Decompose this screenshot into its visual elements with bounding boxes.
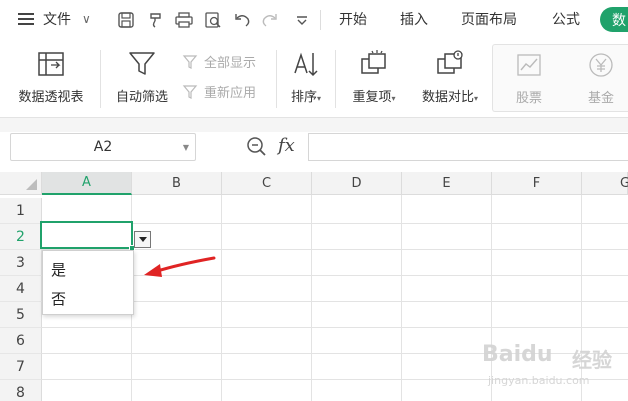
formula-input[interactable] — [308, 133, 628, 161]
yen-icon — [583, 49, 619, 81]
column-header-d[interactable]: D — [312, 172, 402, 195]
gridline — [401, 195, 402, 401]
finance-gallery: 股票 基金 — [492, 44, 628, 112]
gridline — [311, 195, 312, 401]
data-compare-label: 数据对比▾ — [421, 90, 479, 105]
pivot-table-button[interactable]: 数据透视表 — [12, 48, 90, 105]
gridline — [221, 195, 222, 401]
validation-dropdown-list: 是 否 — [42, 250, 134, 315]
hamburger-icon[interactable] — [18, 0, 36, 38]
print-preview-icon[interactable] — [203, 10, 223, 30]
dropdown-option-yes[interactable]: 是 — [51, 257, 66, 281]
stocks-label: 股票 — [515, 91, 542, 106]
pivot-table-label: 数据透视表 — [18, 90, 84, 105]
cell-dropdown-button[interactable] — [134, 231, 151, 248]
red-arrow-annotation — [144, 256, 216, 277]
zoom-icon[interactable] — [246, 136, 268, 158]
data-compare-icon — [432, 48, 468, 80]
row-header-5[interactable]: 5 — [0, 302, 42, 328]
duplicates-label: 重复项▾ — [352, 90, 396, 105]
tab-data[interactable]: 数 — [600, 7, 628, 32]
file-menu-label[interactable]: 文件 — [43, 0, 71, 38]
more-icon[interactable] — [292, 10, 312, 30]
chevron-down-icon[interactable]: ∨ — [82, 0, 91, 38]
autofilter-label: 自动筛选 — [115, 90, 168, 105]
column-header-b[interactable]: B — [132, 172, 222, 195]
row-header-1[interactable]: 1 — [0, 198, 42, 224]
chevron-down-icon[interactable]: ▼ — [183, 143, 189, 152]
column-header-f[interactable]: F — [492, 172, 582, 195]
reapply-button[interactable]: 重新应用 — [182, 82, 256, 101]
duplicates-button[interactable]: 重复项▾ — [345, 48, 403, 105]
duplicates-icon — [356, 48, 392, 80]
reapply-icon — [182, 84, 198, 99]
watermark-url: jingyan.baidu.com — [488, 374, 590, 387]
toolbar-gap — [0, 118, 628, 132]
watermark-brand: Baidu — [482, 342, 553, 367]
row-header-7[interactable]: 7 — [0, 354, 42, 380]
show-all-button[interactable]: 全部显示 — [182, 52, 256, 71]
select-all-corner[interactable] — [0, 172, 42, 195]
dropdown-option-no[interactable]: 否 — [51, 286, 66, 310]
row-header-2[interactable]: 2 — [0, 224, 42, 250]
fx-icon[interactable]: fx — [278, 135, 295, 156]
ribbon: 数据透视表 自动筛选 全部显示 重新应用 排序▾ 重复项▾ 数据对比▾ 股票 基… — [0, 38, 628, 118]
tab-home[interactable]: 开始 — [339, 0, 367, 38]
formula-bar: A2 ▼ fx — [0, 132, 628, 168]
ribbon-divider — [276, 50, 277, 108]
chevron-down-icon — [138, 237, 147, 242]
menu-bar: 文件 ∨ 开始 插入 页面布局 公式 数 — [0, 0, 628, 38]
save-icon[interactable] — [116, 10, 136, 30]
sort-label: 排序▾ — [290, 90, 322, 105]
undo-icon[interactable] — [232, 10, 252, 30]
column-header-e[interactable]: E — [402, 172, 492, 195]
sort-button[interactable]: 排序▾ — [284, 48, 328, 105]
stocks-button[interactable]: 股票 — [501, 49, 557, 106]
autofilter-button[interactable]: 自动筛选 — [110, 48, 174, 105]
funds-button[interactable]: 基金 — [573, 49, 628, 106]
active-cell-a2[interactable] — [40, 221, 135, 251]
format-painter-icon[interactable] — [146, 10, 166, 30]
baidu-watermark: Baidu 经验 jingyan.baidu.com — [478, 338, 628, 393]
row-header-6[interactable]: 6 — [0, 328, 42, 354]
ribbon-divider — [100, 50, 101, 108]
stocks-icon — [511, 49, 547, 81]
tab-formulas[interactable]: 公式 — [552, 0, 580, 38]
tab-page-layout[interactable]: 页面布局 — [461, 0, 517, 38]
pivot-table-icon — [33, 48, 69, 80]
sort-icon — [288, 48, 324, 80]
show-all-icon — [182, 54, 198, 69]
name-box-value: A2 — [93, 139, 113, 155]
data-compare-button[interactable]: 数据对比▾ — [414, 48, 486, 105]
name-box[interactable]: A2 ▼ — [10, 133, 196, 161]
row-header-4[interactable]: 4 — [0, 276, 42, 302]
ribbon-divider — [335, 50, 336, 108]
filter-icon — [124, 48, 160, 80]
row-header-8[interactable]: 8 — [0, 380, 42, 401]
show-all-label: 全部显示 — [204, 56, 257, 71]
column-header-g[interactable]: G — [582, 172, 628, 195]
menu-divider — [320, 10, 321, 30]
reapply-label: 重新应用 — [204, 86, 257, 101]
gridline — [42, 327, 628, 328]
tab-insert[interactable]: 插入 — [400, 0, 428, 38]
funds-label: 基金 — [587, 91, 614, 106]
column-header-a[interactable]: A — [42, 172, 132, 195]
column-header-c[interactable]: C — [222, 172, 312, 195]
row-header-3[interactable]: 3 — [0, 250, 42, 276]
print-icon[interactable] — [174, 10, 194, 30]
redo-icon[interactable] — [260, 10, 280, 30]
watermark-brand-cn: 经验 — [572, 348, 612, 372]
